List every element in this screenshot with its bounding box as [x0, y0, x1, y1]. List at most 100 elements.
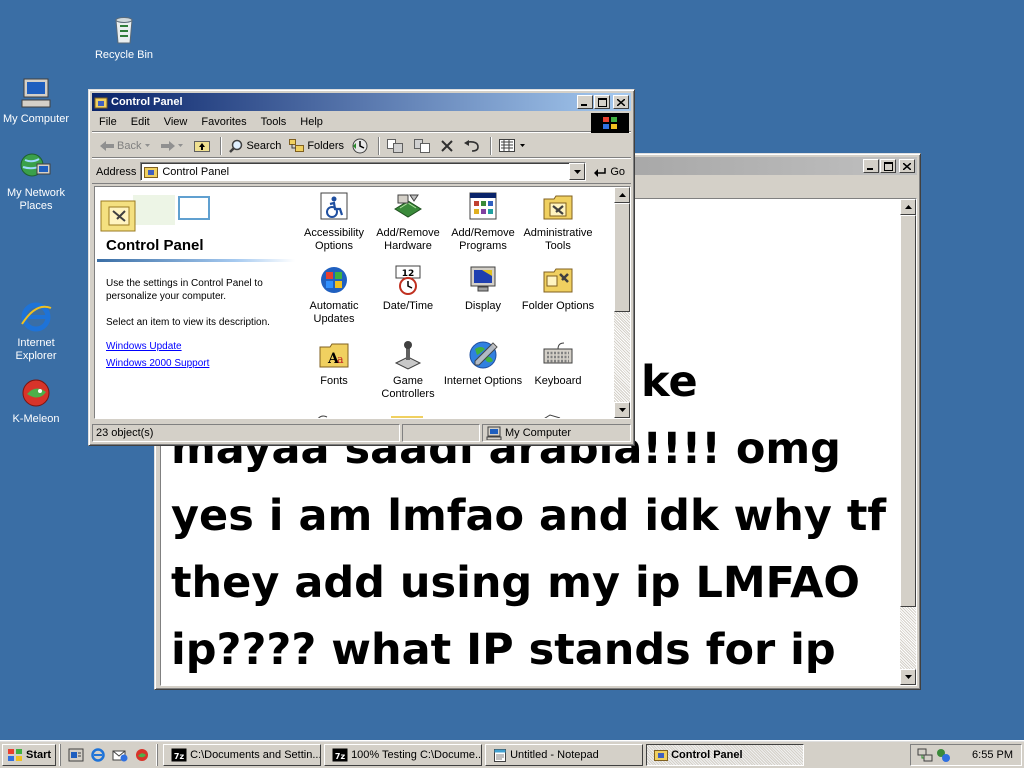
cp-item-add-remove-programs[interactable]: Add/Remove Programs: [443, 191, 523, 253]
control-panel-icon: [144, 167, 159, 178]
start-label: Start: [26, 748, 52, 761]
back-button[interactable]: Back: [96, 136, 157, 156]
link-windows-2000-support[interactable]: Windows 2000 Support: [106, 358, 209, 369]
menu-help[interactable]: Help: [293, 116, 330, 128]
taskbar: Start 7z C:\Documents and Settin... 7z 1…: [0, 740, 1024, 768]
control-panel-titlebar[interactable]: Control Panel: [92, 93, 631, 111]
cp-item-label: Add/Remove Hardware: [376, 227, 440, 252]
minimize-button[interactable]: [863, 159, 879, 173]
task-button-control-panel[interactable]: Control Panel: [646, 743, 805, 766]
cp-item-accessibility-options[interactable]: Accessibility Options: [294, 191, 374, 253]
info-heading: Control Panel: [106, 237, 204, 254]
network-tray-icon[interactable]: [917, 747, 933, 763]
task-button-explorer[interactable]: 7z C:\Documents and Settin...: [163, 743, 322, 766]
undo-icon: [464, 139, 479, 152]
control-panel-icon: [94, 97, 108, 109]
quick-launch: [60, 743, 153, 766]
scroll-up-button[interactable]: [900, 199, 916, 215]
control-panel-banner-icon: [100, 195, 210, 232]
accessibility-icon: [320, 192, 348, 220]
cp-item-folder-options[interactable]: Folder Options: [518, 264, 598, 313]
desktop-icon-k-meleon[interactable]: K-Meleon: [0, 376, 74, 426]
address-dropdown-button[interactable]: [569, 163, 586, 180]
task-button-7zip-testing[interactable]: 7z 100% Testing C:\Docume...: [324, 743, 483, 766]
menu-favorites[interactable]: Favorites: [194, 116, 253, 128]
close-icon: [617, 98, 625, 106]
cp-item-keyboard[interactable]: Keyboard: [518, 339, 598, 388]
task-button-notepad[interactable]: Untitled - Notepad: [485, 743, 644, 766]
partial-folder-icon: [391, 416, 423, 418]
desktop-icon-internet-explorer[interactable]: Internet Explorer: [0, 300, 74, 363]
maximize-button[interactable]: [594, 95, 610, 109]
menu-tools[interactable]: Tools: [254, 116, 294, 128]
search-icon: [229, 139, 243, 153]
menu-edit[interactable]: Edit: [124, 116, 157, 128]
address-bar: Address Control Panel Go: [92, 160, 631, 184]
task-area: 7z C:\Documents and Settin... 7z 100% Te…: [157, 743, 805, 766]
desktop-icon-recycle-bin[interactable]: Recycle Bin: [86, 12, 162, 62]
cp-item-fonts[interactable]: A a Fonts: [294, 339, 374, 388]
status-empty: [402, 424, 480, 442]
show-desktop-icon[interactable]: [68, 747, 84, 763]
minimize-icon: [581, 103, 587, 106]
cp-item-add-remove-hardware[interactable]: Add/Remove Hardware: [368, 191, 448, 253]
search-button[interactable]: Search: [225, 136, 285, 156]
cp-item-display[interactable]: Display: [443, 264, 523, 313]
windows-flag-icon: [603, 117, 617, 129]
settings-tray-icon[interactable]: [935, 747, 951, 763]
cp-item-game-controllers[interactable]: Game Controllers: [368, 339, 448, 401]
history-button[interactable]: [348, 136, 375, 156]
minimize-button[interactable]: [577, 95, 593, 109]
k-meleon-icon[interactable]: [134, 747, 150, 763]
menu-view[interactable]: View: [157, 116, 195, 128]
link-windows-update[interactable]: Windows Update: [106, 341, 182, 352]
close-button[interactable]: [613, 95, 629, 109]
internet-explorer-icon[interactable]: [90, 747, 106, 763]
copy-to-button[interactable]: [410, 136, 437, 156]
desktop-icon-my-computer[interactable]: My Computer: [0, 76, 74, 126]
cp-item-label: Game Controllers: [381, 375, 435, 400]
cp-item-label: Fonts: [320, 375, 348, 387]
back-arrow-icon: [100, 140, 114, 151]
views-button[interactable]: [495, 136, 532, 156]
start-button[interactable]: Start: [2, 743, 57, 766]
dropdown-arrow-icon: [145, 144, 151, 147]
delete-button[interactable]: [437, 136, 460, 156]
move-to-button[interactable]: [383, 136, 410, 156]
scroll-down-button[interactable]: [900, 669, 916, 685]
history-icon: [352, 138, 368, 153]
go-label: Go: [610, 165, 625, 178]
clock-icon: 12: [395, 265, 421, 295]
folders-button[interactable]: Folders: [285, 136, 348, 156]
notepad-icon: [494, 748, 507, 762]
desktop-icon-label: Internet Explorer: [15, 337, 57, 362]
scroll-up-button[interactable]: [614, 187, 630, 203]
undo-button[interactable]: [460, 136, 487, 156]
fonts-icon: A a: [319, 343, 349, 368]
go-button[interactable]: Go: [588, 166, 631, 178]
cp-item-internet-options[interactable]: Internet Options: [443, 339, 523, 388]
up-folder-button[interactable]: [190, 136, 217, 156]
task-label: C:\Documents and Settin...: [190, 748, 322, 761]
scroll-thumb[interactable]: [900, 215, 916, 607]
scroll-thumb[interactable]: [614, 203, 630, 312]
content-pane: Control Panel Use the settings in Contro…: [94, 186, 631, 419]
cp-item-administrative-tools[interactable]: Administrative Tools: [518, 191, 598, 253]
content-vertical-scrollbar[interactable]: [614, 187, 630, 418]
control-panel-window[interactable]: Control Panel File Edit View Favorites T…: [88, 89, 635, 446]
cp-item-automatic-updates[interactable]: Automatic Updates: [294, 264, 374, 326]
scroll-down-button[interactable]: [614, 402, 630, 418]
maximize-icon: [597, 97, 607, 107]
menu-file[interactable]: File: [92, 116, 124, 128]
desktop-icon-network-places[interactable]: My Network Places: [0, 150, 74, 213]
close-button[interactable]: [899, 159, 915, 173]
address-label: Address: [96, 165, 137, 178]
notepad-vertical-scrollbar[interactable]: [900, 199, 916, 685]
outlook-express-icon[interactable]: [112, 747, 128, 763]
forward-button[interactable]: [157, 136, 190, 156]
address-input[interactable]: Control Panel: [140, 162, 587, 181]
control-panel-icon: [654, 750, 669, 761]
cp-item-date-time[interactable]: 12 Date/Time: [368, 264, 448, 313]
7zip-icon: 7z: [332, 748, 348, 761]
maximize-button[interactable]: [880, 159, 896, 173]
